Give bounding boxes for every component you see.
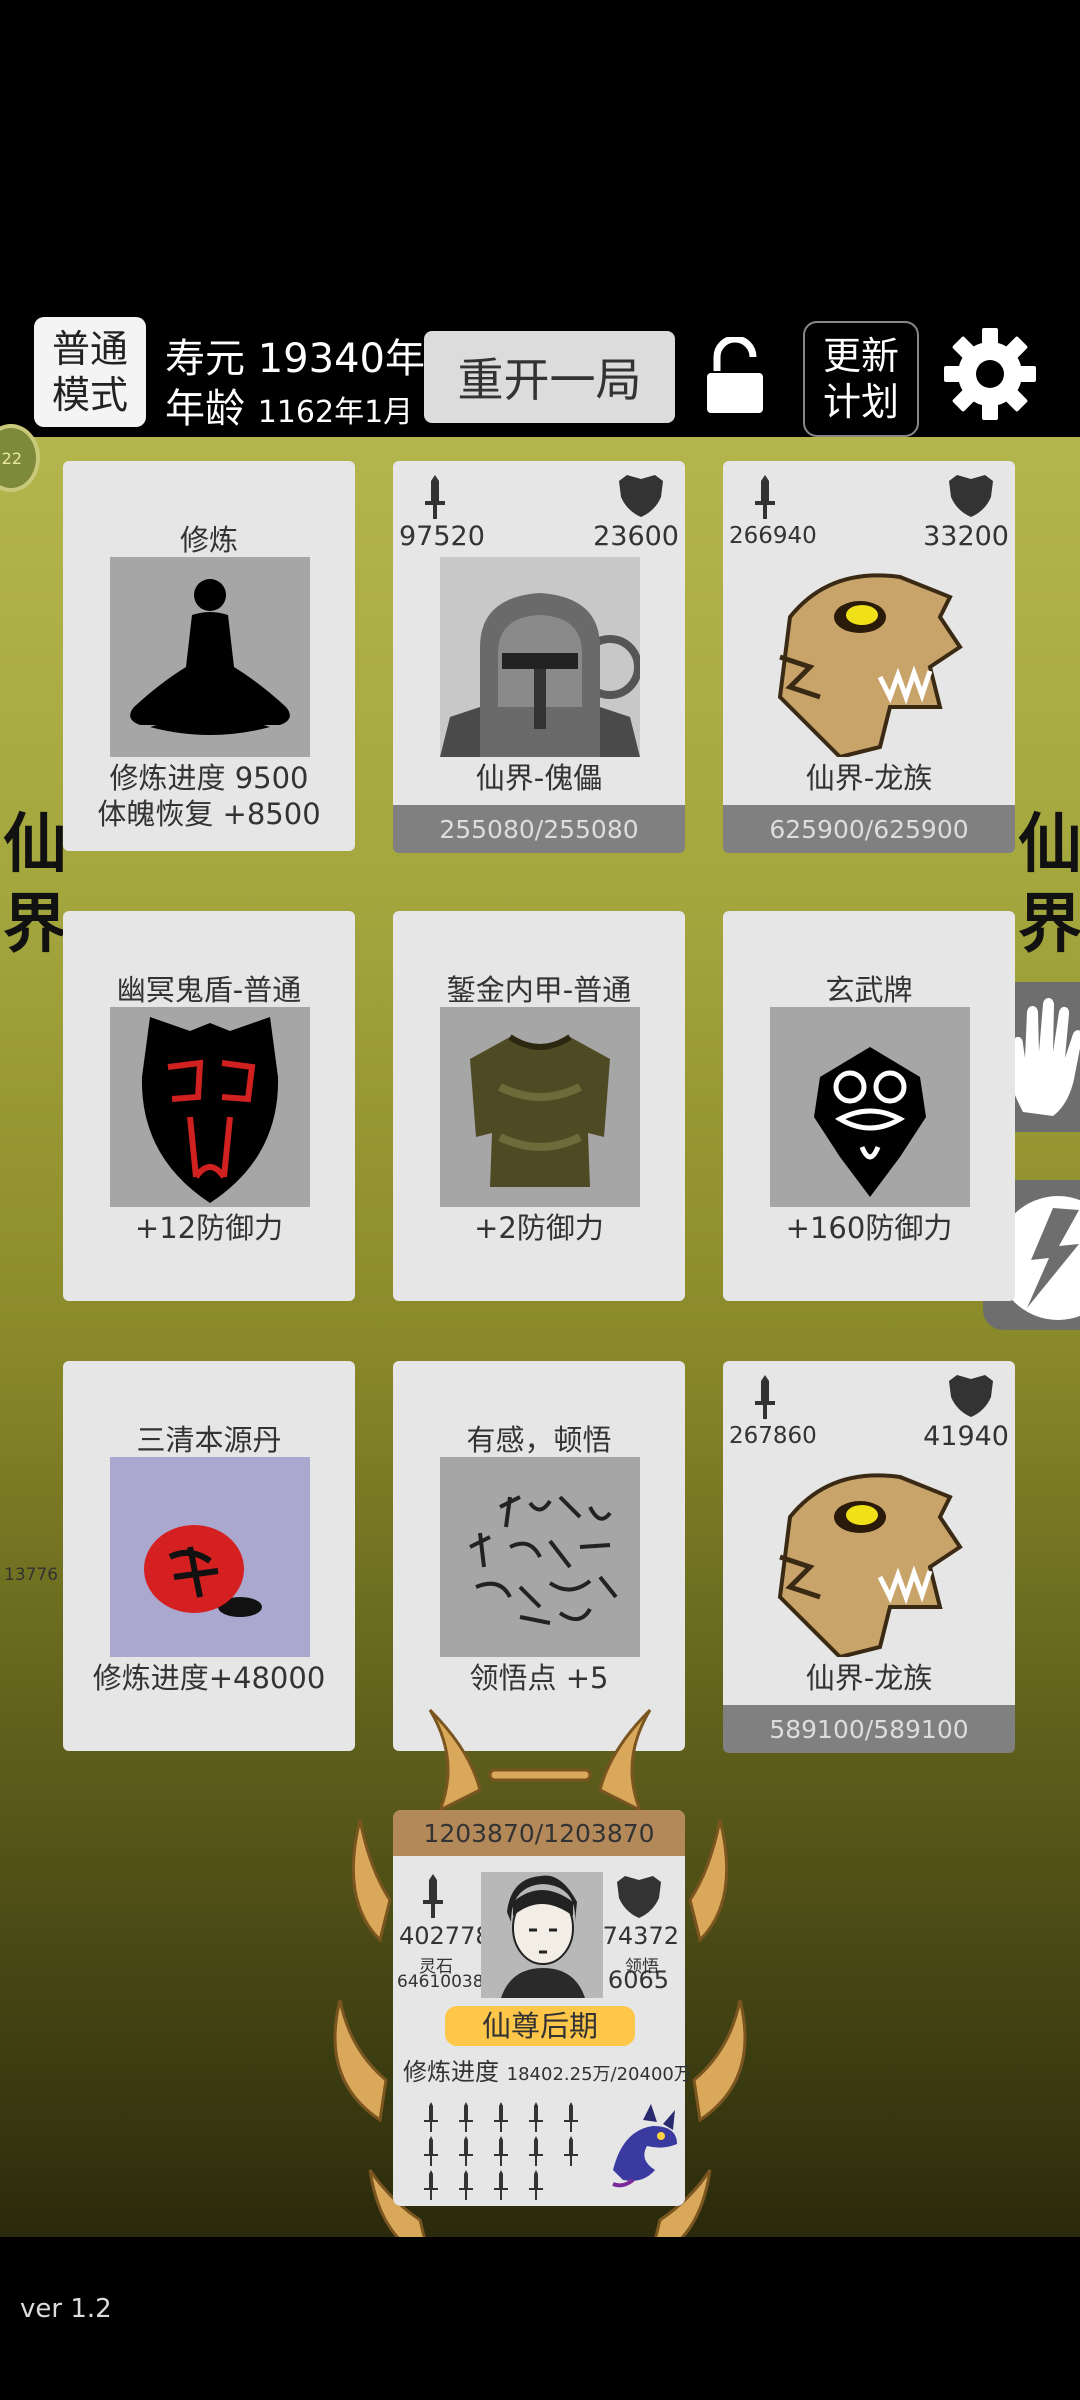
inventory-sword-icon (528, 2102, 563, 2136)
right-realm-char-1: 仙 (1018, 808, 1080, 882)
update-plan-button[interactable]: 更新 计划 (803, 321, 919, 437)
attack-value: 266940 (729, 523, 817, 549)
inner-armor-icon (440, 1007, 640, 1207)
card-title: 仙界-龙族 (805, 761, 933, 795)
spirit-stone-value: 64610038 (397, 1972, 484, 1992)
bone-dragon-icon (770, 1457, 970, 1657)
player-attack: 402778 (399, 1922, 491, 1950)
inventory-sword-icon (493, 2170, 528, 2204)
defense-value: 41940 (923, 1421, 1009, 1452)
player-progress: 修炼进度 18402.25万/20400万 (403, 2052, 692, 2087)
progress-value: 18402.25万/20400万 (506, 2064, 692, 2085)
card-enemy-puppet[interactable]: 97520 23600 仙界-傀儡 255080/255080 (393, 461, 685, 853)
card-enemy-dragon-2[interactable]: 267860 41940 仙界-龙族 589100/589100 (723, 1361, 1015, 1753)
lock-icon[interactable] (703, 335, 767, 415)
progress-label: 修炼进度 (403, 2058, 499, 2086)
update-label-line2: 计划 (822, 380, 899, 424)
card-desc-1: 修炼进度+48000 (92, 1661, 326, 1695)
card-desc-1: +160防御力 (785, 1211, 953, 1245)
inventory-sword-icon (493, 2102, 528, 2136)
left-realm-char-2: 界 (3, 888, 67, 962)
left-small-number: 13776 (4, 1565, 59, 1585)
inventory-sword-icon (563, 2102, 598, 2136)
rank-badge: 仙尊后期 (445, 2006, 635, 2046)
card-pill[interactable]: 三清本源丹 修炼进度+48000 (63, 1361, 355, 1751)
card-desc-1: 领悟点 +5 (469, 1661, 609, 1695)
left-realm-char-1: 仙 (3, 808, 67, 882)
hp-bar: 589100/589100 (723, 1705, 1015, 1753)
right-realm-label: 仙 界 (1015, 805, 1080, 965)
mode-label-line1: 普通 (51, 327, 128, 371)
left-realm-label: 仙 界 (0, 805, 70, 965)
inventory-sword-icon (458, 2170, 493, 2204)
defense-value: 23600 (593, 521, 679, 552)
attack-value: 267860 (729, 1423, 817, 1449)
card-desc-2: 体魄恢复 +8500 (97, 797, 321, 831)
shield-icon (949, 1375, 993, 1421)
card-xuanwu-token[interactable]: 玄武牌 +160防御力 (723, 911, 1015, 1301)
bone-dragon-icon (770, 557, 970, 757)
insight-value: 6065 (607, 1966, 669, 1994)
sword-inventory (423, 2102, 603, 2204)
inventory-sword-icon (423, 2102, 458, 2136)
inventory-sword-icon (423, 2136, 458, 2170)
left-badge-text: 22 (1, 448, 22, 468)
bottom-bar (0, 2237, 1080, 2400)
inventory-sword-icon (528, 2170, 563, 2204)
inventory-sword-icon (458, 2136, 493, 2170)
card-enemy-dragon[interactable]: 266940 33200 仙界-龙族 625900/625900 (723, 461, 1015, 853)
card-title: 玄武牌 (825, 973, 913, 1007)
inventory-sword-icon (493, 2136, 528, 2170)
card-inner-armor[interactable]: 錾金内甲-普通 +2防御力 (393, 911, 685, 1301)
shield-icon (949, 475, 993, 521)
mode-label-line2: 模式 (51, 373, 128, 417)
defense-value: 33200 (923, 521, 1009, 552)
card-title: 修炼 (179, 523, 238, 557)
xuanwu-token-icon (770, 1007, 970, 1207)
player-card[interactable]: 1203870/1203870 402778 274372 灵石 6461003… (393, 1810, 692, 2206)
card-ghost-shield[interactable]: 幽冥鬼盾-普通 +12防御力 (63, 911, 355, 1301)
gear-icon[interactable] (942, 326, 1038, 422)
inventory-sword-icon (458, 2102, 493, 2136)
mode-button[interactable]: 普通 模式 (34, 317, 146, 427)
card-desc-1: 修炼进度 9500 (109, 761, 309, 795)
update-label-line1: 更新 (822, 334, 899, 378)
enlightenment-script-icon (440, 1457, 640, 1657)
right-realm-char-2: 界 (1018, 888, 1080, 962)
shield-icon (619, 475, 663, 521)
card-title: 錾金内甲-普通 (446, 973, 632, 1007)
meditation-icon (110, 557, 310, 757)
restart-button[interactable]: 重开一局 (424, 331, 675, 423)
inventory-sword-icon (528, 2136, 563, 2170)
shield-icon (617, 1876, 661, 1922)
version-label: ver 1.2 (20, 2294, 112, 2324)
attack-value: 97520 (399, 521, 485, 552)
age-value: 1162年1月 (257, 395, 414, 430)
sword-icon (753, 475, 777, 523)
card-desc-1: +2防御力 (474, 1211, 604, 1245)
inventory-sword-icon (423, 2170, 458, 2204)
ghost-shield-icon (110, 1007, 310, 1207)
age-display: 年龄 1162年1月 (165, 376, 413, 434)
hp-bar: 625900/625900 (723, 805, 1015, 853)
age-label: 年龄 (165, 386, 245, 432)
card-title: 仙界-龙族 (805, 1661, 933, 1695)
player-avatar (481, 1872, 603, 1998)
hp-bar: 255080/255080 (393, 805, 685, 853)
red-pill-icon (110, 1457, 310, 1657)
player-hp-bar: 1203870/1203870 (393, 1810, 685, 1856)
sword-icon (753, 1375, 777, 1423)
card-title: 三清本源丹 (136, 1423, 282, 1457)
card-desc-1: +12防御力 (134, 1211, 284, 1245)
card-title: 有感，顿悟 (466, 1423, 612, 1457)
iron-helmet-icon (440, 557, 640, 757)
card-enlightenment[interactable]: 有感，顿悟 领悟点 +5 (393, 1361, 685, 1751)
card-cultivate[interactable]: 修炼 修炼进度 9500 体魄恢复 +8500 (63, 461, 355, 851)
inventory-sword-icon (563, 2136, 598, 2170)
sword-icon (423, 475, 447, 523)
card-title: 幽冥鬼盾-普通 (116, 973, 302, 1007)
sword-icon (421, 1874, 445, 1922)
blue-dragon-pet-icon[interactable] (603, 2100, 683, 2190)
card-title: 仙界-傀儡 (475, 761, 603, 795)
